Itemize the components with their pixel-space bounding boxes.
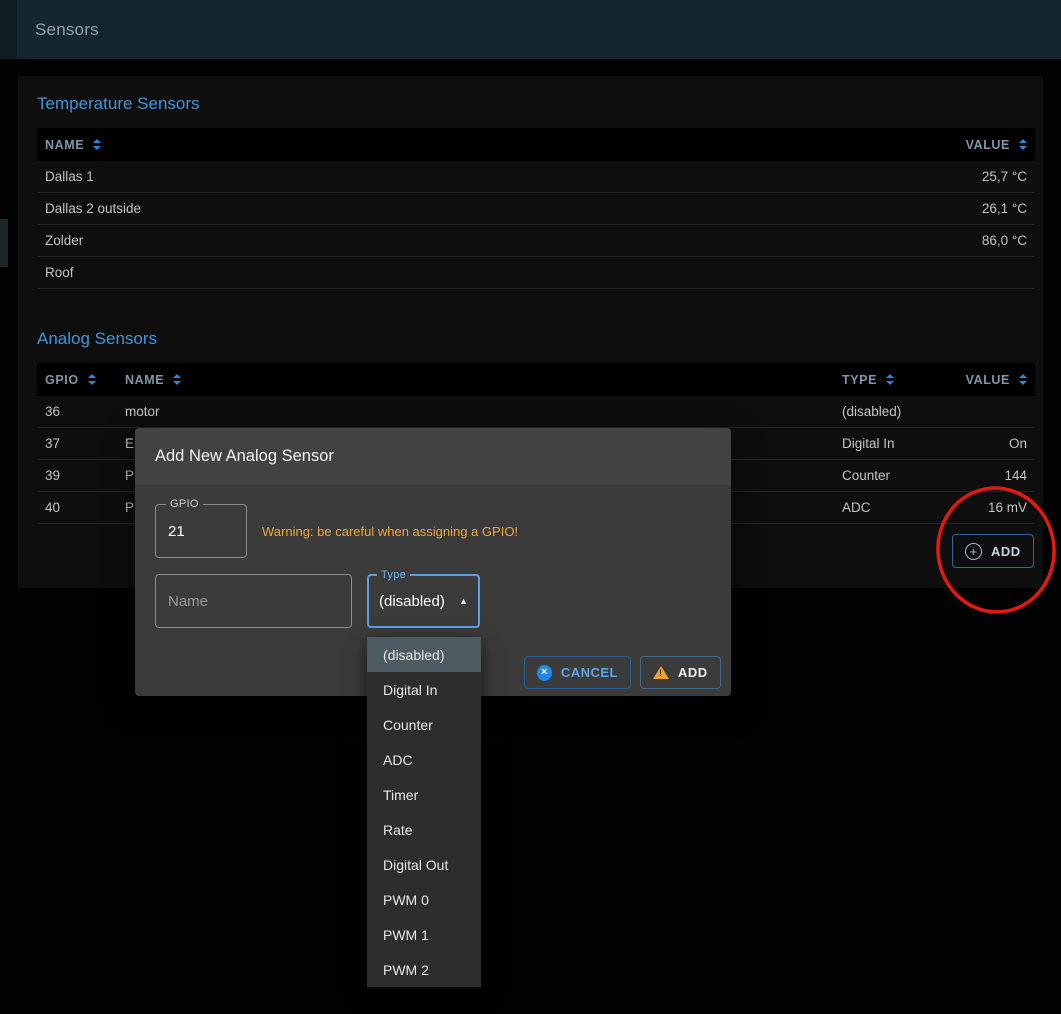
gpio-input[interactable] [156, 505, 246, 557]
sort-icon[interactable] [1019, 374, 1027, 385]
sort-icon[interactable] [886, 374, 894, 385]
sidebar-scroll-indicator [0, 219, 8, 267]
temperature-table-header: NAME VALUE [37, 128, 1035, 161]
dropdown-option[interactable]: PWM 1 [367, 917, 481, 952]
sensor-name: Dallas 2 outside [37, 201, 885, 216]
dropdown-option[interactable]: PWM 2 [367, 952, 481, 987]
type-field-label: Type [377, 569, 410, 581]
sensor-name: Roof [37, 265, 885, 280]
sensor-gpio: 40 [37, 500, 117, 515]
sensor-value: On [957, 436, 1035, 451]
cancel-icon: × [537, 665, 552, 681]
gpio-field-label: GPIO [166, 498, 203, 510]
column-header-value[interactable]: VALUE [957, 373, 1035, 387]
sensor-value: 26,1 °C [885, 201, 1035, 216]
sensor-gpio: 39 [37, 468, 117, 483]
column-label: GPIO [45, 373, 79, 387]
table-row: Dallas 2 outside 26,1 °C [37, 193, 1035, 225]
dropdown-option[interactable]: PWM 0 [367, 882, 481, 917]
name-input[interactable] [156, 575, 351, 627]
analog-section-title: Analog Sensors [37, 329, 1043, 349]
type-dropdown-menu: (disabled) Digital In Counter ADC Timer … [367, 637, 481, 987]
add-button-label: ADD [991, 544, 1021, 559]
dropdown-option[interactable]: Timer [367, 777, 481, 812]
dropdown-option[interactable]: (disabled) [367, 637, 481, 672]
dialog-add-button-label: ADD [678, 665, 708, 680]
column-label: NAME [45, 138, 84, 152]
dialog-header: Add New Analog Sensor [135, 428, 731, 485]
temperature-section-title: Temperature Sensors [37, 94, 1043, 114]
warning-icon [653, 666, 669, 679]
column-header-type[interactable]: TYPE [842, 373, 957, 387]
sort-icon[interactable] [173, 374, 181, 385]
dropdown-option[interactable]: Digital In [367, 672, 481, 707]
sensor-name: Zolder [37, 233, 885, 248]
sensor-type: Digital In [842, 436, 957, 451]
table-row: Zolder 86,0 °C [37, 225, 1035, 257]
dropdown-option[interactable]: Digital Out [367, 847, 481, 882]
sensor-type: ADC [842, 500, 957, 515]
dropdown-option[interactable]: ADC [367, 742, 481, 777]
sort-icon[interactable] [88, 374, 96, 385]
add-circle-icon: + [965, 543, 982, 560]
temperature-table: NAME VALUE Dallas 1 25,7 °C Dallas 2 out… [37, 128, 1035, 289]
column-header-value[interactable]: VALUE [885, 138, 1035, 152]
sensor-gpio: 37 [37, 436, 117, 451]
gpio-warning-text: Warning: be careful when assigning a GPI… [262, 524, 518, 539]
dropdown-option[interactable]: Rate [367, 812, 481, 847]
sensor-value: 144 [957, 468, 1035, 483]
dialog-add-button[interactable]: ADD [640, 656, 721, 689]
cancel-button[interactable]: × CANCEL [524, 656, 631, 689]
table-row: Dallas 1 25,7 °C [37, 161, 1035, 193]
sensor-type: (disabled) [842, 404, 957, 419]
sensor-value: 86,0 °C [885, 233, 1035, 248]
sensor-value: 16 mV [957, 500, 1035, 515]
sensor-name: Dallas 1 [37, 169, 885, 184]
column-label: VALUE [966, 373, 1010, 387]
page-title: Sensors [35, 0, 99, 59]
chevron-up-icon: ▲ [459, 596, 468, 606]
sensor-type: Counter [842, 468, 957, 483]
table-row: 36 motor (disabled) [37, 396, 1035, 428]
type-select[interactable]: Type (disabled) ▲ [367, 574, 480, 628]
sensor-value: 25,7 °C [885, 169, 1035, 184]
name-field[interactable] [155, 574, 352, 628]
add-analog-sensor-button[interactable]: + ADD [952, 534, 1034, 568]
table-row: Roof [37, 257, 1035, 289]
dropdown-option[interactable]: Counter [367, 707, 481, 742]
column-header-name[interactable]: NAME [117, 373, 842, 387]
sort-icon[interactable] [93, 139, 101, 150]
gpio-field[interactable]: GPIO [155, 504, 247, 558]
column-header-name[interactable]: NAME [37, 138, 885, 152]
dialog-title: Add New Analog Sensor [155, 447, 334, 466]
column-label: NAME [125, 373, 164, 387]
app-header: Sensors [0, 0, 1061, 59]
sort-icon[interactable] [1019, 139, 1027, 150]
cancel-button-label: CANCEL [561, 665, 618, 680]
sensor-name: motor [117, 404, 842, 419]
sensor-gpio: 36 [37, 404, 117, 419]
analog-table-header: GPIO NAME TYPE VALUE [37, 363, 1035, 396]
type-selected-value: (disabled) [379, 593, 445, 610]
page: Sensors Temperature Sensors NAME VALUE D… [0, 0, 1061, 1014]
column-header-gpio[interactable]: GPIO [37, 373, 117, 387]
column-label: TYPE [842, 373, 877, 387]
column-label: VALUE [966, 138, 1010, 152]
sidebar-edge [0, 0, 17, 59]
